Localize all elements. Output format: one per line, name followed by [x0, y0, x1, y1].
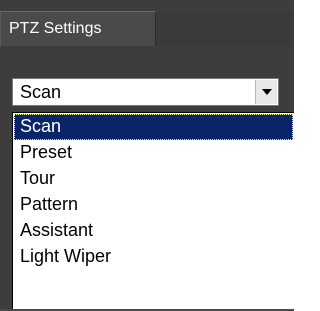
- option-label: Light Wiper: [20, 246, 112, 266]
- option-label: Scan: [20, 116, 62, 136]
- option-label: Pattern: [20, 194, 79, 214]
- option-light-wiper[interactable]: Light Wiper: [14, 244, 293, 270]
- option-label: Preset: [20, 142, 73, 162]
- option-label: Assistant: [20, 220, 94, 240]
- mode-select-value: Scan: [20, 82, 62, 102]
- option-preset[interactable]: Preset: [14, 140, 293, 166]
- mode-select-dropdown-list: Scan Preset Tour Pattern Assistant Light…: [12, 112, 294, 311]
- option-pattern[interactable]: Pattern: [14, 192, 293, 218]
- option-scan[interactable]: Scan: [14, 114, 293, 140]
- chevron-down-icon: [262, 89, 272, 95]
- ptz-settings-panel: PTZ Settings Scan Scan Preset Tour Patte…: [0, 0, 294, 311]
- tab-bar-empty-area: [157, 11, 294, 46]
- mode-select-dropdown-button[interactable]: [255, 80, 277, 104]
- option-assistant[interactable]: Assistant: [14, 218, 293, 244]
- tab-ptz-settings[interactable]: PTZ Settings: [0, 11, 156, 46]
- tab-label: PTZ Settings: [9, 20, 102, 37]
- option-tour[interactable]: Tour: [14, 166, 293, 192]
- tab-bar: PTZ Settings: [0, 0, 294, 46]
- mode-select[interactable]: Scan: [12, 78, 279, 106]
- option-label: Tour: [20, 168, 56, 188]
